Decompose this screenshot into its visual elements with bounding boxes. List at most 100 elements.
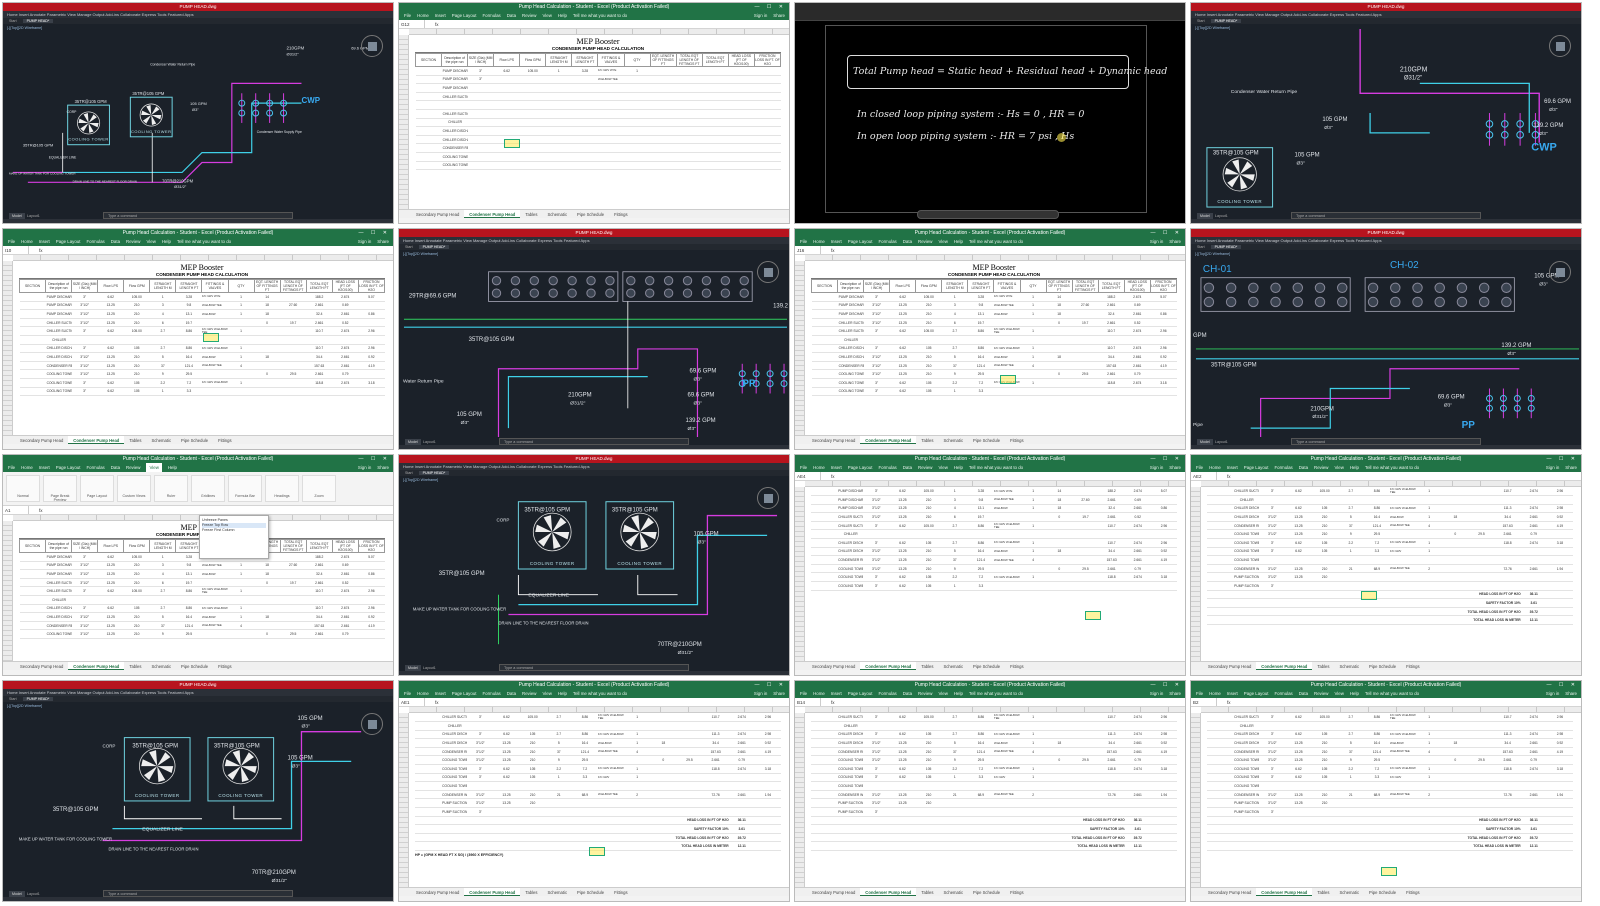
table-cell[interactable]: 1 — [624, 738, 651, 748]
table-cell[interactable]: CHILLER SUCTION HEADER — [837, 318, 864, 328]
table-cell[interactable]: 3" — [1259, 764, 1286, 774]
table-cell[interactable]: 0.86 — [358, 569, 385, 579]
table-cell[interactable]: 111.3 — [1098, 730, 1125, 740]
table-cell[interactable]: 1 — [228, 561, 255, 571]
table-cell[interactable] — [1494, 781, 1521, 791]
table-cell[interactable]: 105 — [519, 773, 546, 783]
ribbon-tab[interactable]: Insert — [435, 11, 446, 20]
ribbon-tab[interactable]: File — [1196, 689, 1203, 698]
table-cell[interactable] — [676, 738, 703, 748]
table-cell[interactable]: 2.661 — [1124, 790, 1151, 800]
table-cell[interactable]: 110.7 — [306, 326, 333, 336]
table-cell[interactable]: F/C GRV W-ELBOW TEE — [201, 586, 228, 596]
table-cell[interactable] — [1546, 495, 1573, 505]
sheet-tab[interactable]: Schematic — [1334, 662, 1364, 670]
table-cell[interactable]: 1.94 — [1150, 790, 1177, 800]
table-cell[interactable]: 2.7 — [149, 344, 176, 354]
table-cell[interactable] — [1389, 721, 1417, 731]
table-cell[interactable] — [1311, 555, 1338, 565]
table-cell[interactable]: PUMP DISCHARGE HEADER — [45, 301, 72, 311]
table-cell[interactable]: 3.18 — [1546, 538, 1573, 548]
table-cell[interactable]: 6.62 — [1285, 764, 1312, 774]
ribbon-command[interactable]: Normal — [6, 475, 40, 502]
table-cell[interactable] — [545, 721, 572, 731]
table-cell[interactable]: 8.86 — [967, 538, 994, 548]
table-cell[interactable] — [1098, 335, 1125, 345]
ribbon-tab[interactable]: Help — [954, 463, 963, 472]
table-cell[interactable]: 7.2 — [967, 572, 994, 583]
table-cell[interactable]: 13.25 — [889, 790, 916, 800]
table-cell[interactable]: PUMP DISCHARGE HEADER — [441, 83, 468, 93]
ribbon-tab[interactable]: Review — [1314, 463, 1328, 472]
ribbon-tab[interactable]: Home — [21, 463, 33, 472]
table-cell[interactable]: 68.9 — [1363, 564, 1390, 574]
table-cell[interactable]: 68.9 — [1363, 790, 1390, 800]
table-cell[interactable] — [597, 92, 624, 102]
table-cell[interactable] — [1098, 781, 1125, 791]
table-cell[interactable] — [415, 126, 442, 136]
table-cell[interactable] — [728, 83, 755, 93]
table-cell[interactable] — [1072, 487, 1099, 497]
table-cell[interactable]: W-ELBOW — [993, 309, 1020, 319]
table-cell[interactable]: 2.7 — [149, 586, 176, 596]
file-tab[interactable]: Start — [1197, 245, 1205, 249]
table-cell[interactable]: 0.92 — [1546, 738, 1573, 748]
table-cell[interactable] — [1046, 773, 1073, 783]
table-cell[interactable]: 2.674 — [1124, 521, 1151, 531]
table-cell[interactable] — [467, 135, 494, 145]
table-cell[interactable]: 6.62 — [889, 773, 916, 783]
table-cell[interactable] — [1416, 721, 1443, 731]
table-cell[interactable]: 2.661 — [1124, 547, 1151, 557]
table-cell[interactable]: 2.661 — [306, 629, 333, 639]
table-cell[interactable]: 37 — [149, 361, 176, 371]
table-cell[interactable] — [358, 318, 385, 328]
table-cell[interactable] — [467, 83, 494, 93]
table-cell[interactable] — [1442, 807, 1469, 817]
table-cell[interactable]: 1 — [1416, 730, 1443, 740]
table-cell[interactable] — [863, 721, 890, 731]
table-cell[interactable] — [1207, 521, 1234, 531]
table-cell[interactable] — [1494, 798, 1521, 809]
table-cell[interactable]: COOLING TOWER SUCTION LINE — [45, 378, 72, 388]
table-cell[interactable] — [754, 798, 781, 809]
table-cell[interactable] — [1020, 781, 1047, 791]
table-cell[interactable] — [597, 143, 624, 153]
table-cell[interactable]: 6.62 — [97, 292, 124, 302]
table-cell[interactable]: 105 — [915, 773, 942, 783]
table-cell[interactable] — [597, 109, 624, 119]
table-cell[interactable]: 2.674 — [1124, 538, 1151, 548]
viewcube[interactable] — [361, 713, 383, 735]
table-cell[interactable]: COOLING TOWER HEADER — [1233, 529, 1260, 540]
formula-input[interactable]: fx — [1217, 472, 1231, 480]
table-cell[interactable]: CHILLER — [837, 335, 864, 345]
table-cell[interactable]: 3"1/2" — [1259, 572, 1286, 583]
table-cell[interactable]: 2.661 — [1520, 747, 1547, 757]
table-cell[interactable]: 19.7 — [967, 318, 994, 328]
table-cell[interactable]: 3.28 — [967, 292, 994, 302]
table-cell[interactable] — [1046, 721, 1073, 731]
table-cell[interactable]: F/C GRV W-ELBOW — [993, 344, 1020, 354]
table-cell[interactable]: 6 — [149, 578, 176, 588]
table-cell[interactable]: COOLING TOWER DISCHARGE LINE — [1233, 773, 1260, 783]
table-cell[interactable] — [1098, 721, 1125, 731]
table-cell[interactable]: 13.25 — [97, 612, 124, 622]
table-cell[interactable] — [1285, 581, 1312, 591]
table-cell[interactable]: 3" — [863, 326, 890, 336]
table-cell[interactable] — [228, 595, 255, 605]
table-cell[interactable]: 72.76 — [1494, 790, 1521, 800]
sheet-tab[interactable]: Schematic — [146, 436, 176, 444]
table-cell[interactable]: CHILLER DISCHARGE HEADER — [837, 352, 864, 362]
table-cell[interactable] — [811, 807, 838, 817]
window-controls[interactable]: — ☐ ✕ — [1547, 681, 1578, 689]
table-cell[interactable]: 105.00 — [915, 713, 942, 723]
table-cell[interactable] — [1468, 512, 1495, 522]
table-cell[interactable] — [1046, 326, 1073, 336]
table-cell[interactable]: 210 — [519, 755, 546, 766]
table-cell[interactable]: 8.86 — [967, 326, 994, 336]
sheet-tab[interactable]: Secondary Pump Head — [807, 662, 860, 670]
formula-input[interactable]: fx — [821, 246, 835, 254]
table-cell[interactable]: CONDENSER RETURN PIPE — [837, 361, 864, 371]
table-cell[interactable] — [676, 713, 703, 723]
table-cell[interactable] — [1416, 529, 1443, 540]
table-cell[interactable]: 13.25 — [493, 798, 520, 809]
